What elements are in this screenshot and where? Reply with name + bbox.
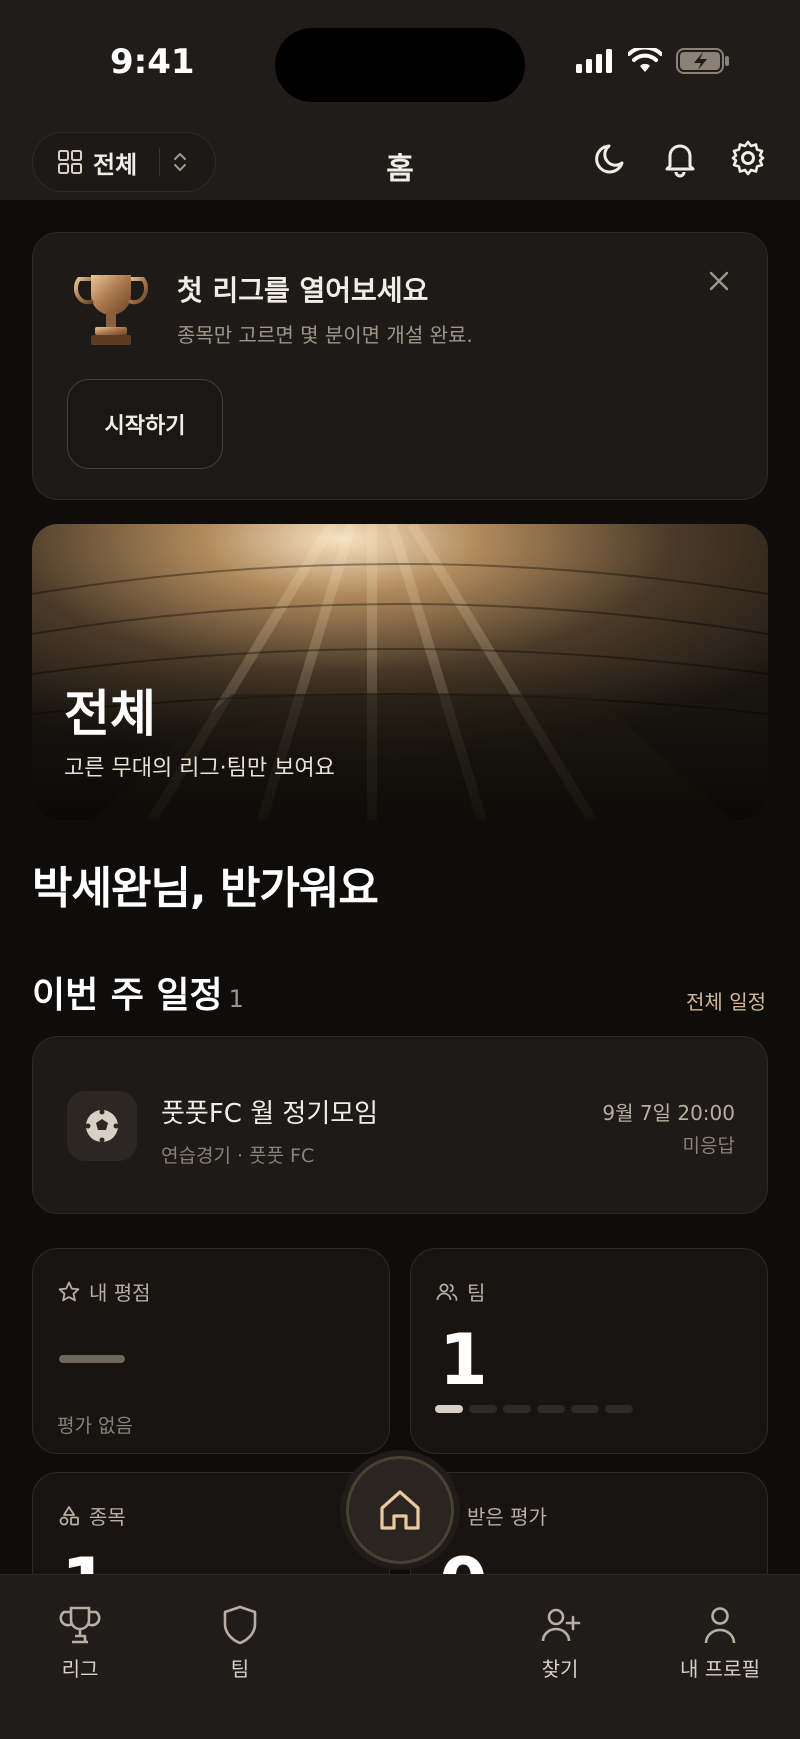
- top-actions: [592, 138, 768, 178]
- schedule-header: 이번 주 일정 1: [32, 966, 244, 1018]
- stat-label-sport: 종목: [57, 1501, 126, 1530]
- stat-label-team-text: 팀: [467, 1281, 486, 1305]
- user-plus-icon: [541, 1608, 581, 1642]
- wifi-icon: [628, 48, 662, 72]
- trophy-icon: [74, 275, 148, 345]
- top-bar: 전체 홈: [0, 130, 800, 200]
- schedule-item[interactable]: 풋풋FC 월 정기모임 연습경기 · 풋풋 FC 9월 7일 20:00 미응답: [32, 1036, 768, 1214]
- schedule-item-status: 미응답: [682, 1135, 735, 1157]
- schedule-item-title: 풋풋FC 월 정기모임: [161, 1099, 379, 1129]
- hero-banner[interactable]: 전체 고른 무대의 리그·팀만 보여요: [32, 524, 768, 820]
- hero-title: 전체: [64, 685, 156, 743]
- shapes-icon: [59, 1505, 79, 1525]
- status-icons: [576, 48, 730, 74]
- stat-team-value: 1: [439, 1319, 488, 1401]
- shield-icon: [223, 1605, 257, 1645]
- tab-team[interactable]: 팀: [180, 1603, 300, 1682]
- status-bar: 9:41: [0, 0, 800, 130]
- dynamic-island: [275, 28, 525, 102]
- start-button[interactable]: 시작하기: [67, 379, 223, 469]
- progress-dot: [605, 1405, 633, 1413]
- onboarding-card: 첫 리그를 열어보세요 종목만 고르면 몇 분이면 개설 완료. 시작하기: [32, 232, 768, 500]
- stat-label-team: 팀: [435, 1277, 485, 1306]
- all-schedule-link[interactable]: 전체 일정: [686, 986, 766, 1015]
- tab-league[interactable]: 리그: [20, 1603, 140, 1682]
- tab-home-button[interactable]: [346, 1456, 454, 1564]
- star-icon: [58, 1281, 80, 1301]
- stat-card-team[interactable]: 팀 1: [410, 1248, 768, 1454]
- trophy-icon: [59, 1606, 101, 1644]
- schedule-item-subtitle: 연습경기 · 풋풋 FC: [161, 1145, 315, 1167]
- soccer-ball-icon: [67, 1091, 137, 1161]
- onboarding-subtitle: 종목만 고르면 몇 분이면 개설 완료.: [177, 323, 473, 347]
- gear-icon[interactable]: [728, 138, 768, 178]
- greeting-heading: 박세완님, 반가워요: [32, 863, 379, 914]
- stat-label-rating: 내 평점: [57, 1277, 151, 1306]
- progress-dot: [469, 1405, 497, 1413]
- tab-bar: 리그 팀 찾기 내 프로필: [0, 1574, 800, 1739]
- tab-find[interactable]: 찾기: [500, 1603, 620, 1682]
- stat-label-reviews-text: 받은 평가: [467, 1505, 547, 1529]
- schedule-title: 이번 주 일정: [32, 975, 223, 1016]
- progress-dot: [503, 1405, 531, 1413]
- home-icon: [380, 1490, 420, 1530]
- users-icon: [436, 1283, 458, 1301]
- status-time: 9:41: [110, 42, 195, 82]
- moon-icon[interactable]: [592, 138, 632, 178]
- close-icon[interactable]: [707, 269, 731, 293]
- stat-label-rating-text: 내 평점: [89, 1281, 151, 1305]
- tab-team-label: 팀: [230, 1657, 250, 1681]
- progress-dot: [435, 1405, 463, 1413]
- tab-find-label: 찾기: [541, 1657, 579, 1681]
- rating-empty-dash: [59, 1355, 125, 1363]
- progress-dot: [537, 1405, 565, 1413]
- tab-profile[interactable]: 내 프로필: [660, 1603, 780, 1682]
- team-progress-dots: [435, 1405, 633, 1413]
- schedule-count: 1: [228, 985, 244, 1013]
- tab-league-label: 리그: [61, 1657, 99, 1681]
- stat-label-sport-text: 종목: [89, 1505, 126, 1529]
- stat-rating-foot: 평가 없음: [57, 1415, 133, 1437]
- stat-card-rating[interactable]: 내 평점 평가 없음: [32, 1248, 390, 1454]
- battery-icon: [676, 48, 729, 74]
- progress-dot: [571, 1405, 599, 1413]
- signal-icon: [576, 49, 612, 73]
- schedule-item-date: 9월 7일 20:00: [602, 1101, 735, 1125]
- user-icon: [704, 1607, 736, 1644]
- onboarding-title: 첫 리그를 열어보세요: [177, 274, 429, 307]
- tab-profile-label: 내 프로필: [680, 1657, 760, 1681]
- hero-subtitle: 고른 무대의 리그·팀만 보여요: [64, 756, 335, 781]
- bell-icon[interactable]: [660, 138, 700, 178]
